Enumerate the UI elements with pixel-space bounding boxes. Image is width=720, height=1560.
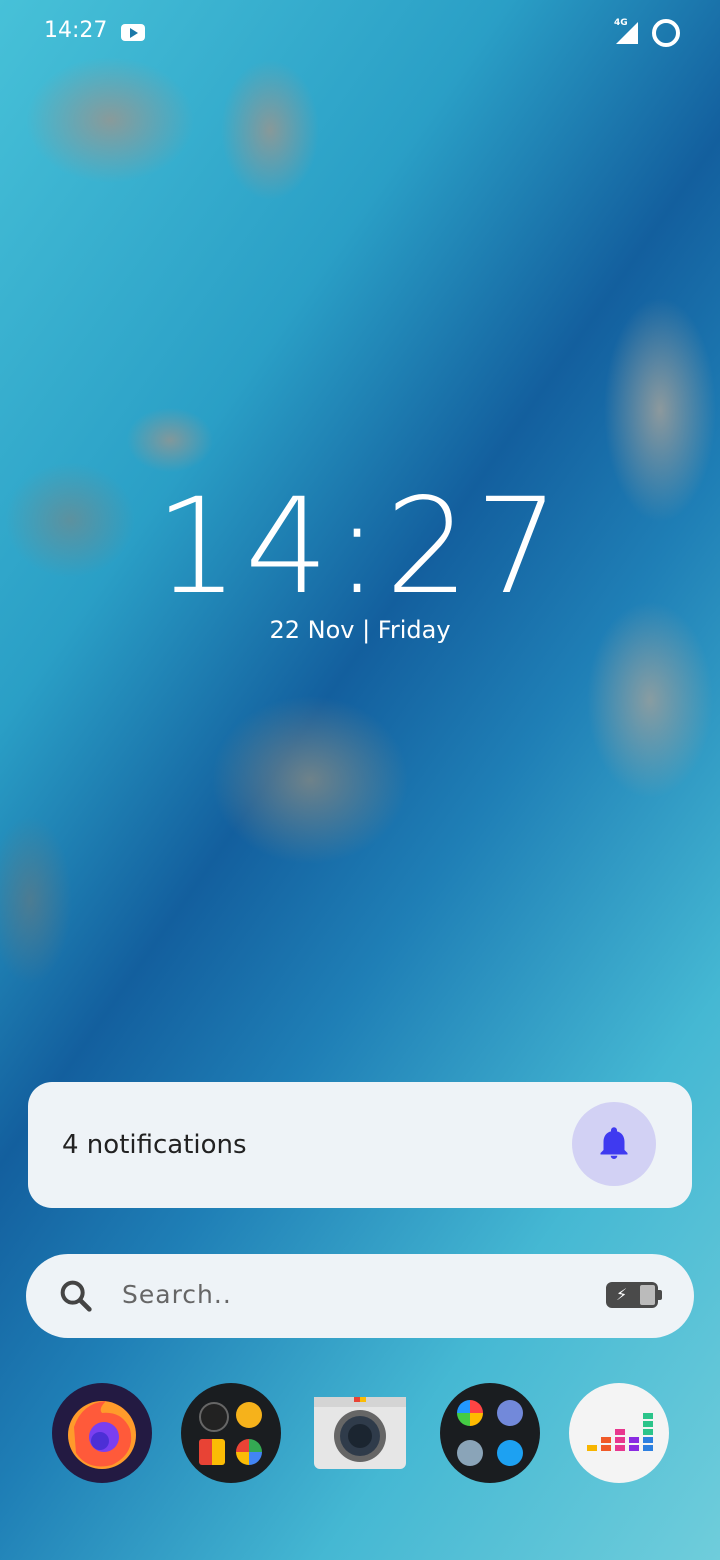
camera-icon [314, 1397, 406, 1469]
photos-icon [199, 1439, 225, 1465]
maps-pin-icon [236, 1402, 262, 1428]
status-bar: 14:27 4G [0, 0, 720, 64]
lock-date[interactable]: 22 Nov | Friday [0, 616, 720, 644]
lock-clock[interactable]: 14:27 [0, 470, 720, 624]
social-apps-folder[interactable] [440, 1383, 540, 1483]
signal-icon [616, 22, 638, 44]
google-maps-icon [236, 1439, 262, 1465]
bell-icon [600, 1127, 628, 1159]
search-bar[interactable]: Search.. ⚡ [26, 1254, 694, 1338]
search-placeholder[interactable]: Search.. [122, 1280, 232, 1309]
youtube-notification-icon [121, 24, 145, 41]
firefox-icon [68, 1401, 136, 1469]
app-dock [0, 1383, 720, 1483]
camera-app[interactable] [310, 1383, 410, 1483]
twitter-icon [497, 1440, 523, 1466]
telegram-icon [457, 1440, 483, 1466]
notifications-button[interactable] [572, 1102, 656, 1186]
discord-icon [497, 1400, 523, 1426]
notifications-card[interactable]: 4 notifications [28, 1082, 692, 1208]
deezer-app[interactable] [569, 1383, 669, 1483]
play-store-icon [199, 1402, 229, 1432]
status-time: 14:27 [44, 18, 108, 43]
battery-saver-icon[interactable]: ⚡ [606, 1282, 662, 1308]
ring-app-icon [457, 1400, 483, 1426]
firefox-app[interactable] [52, 1383, 152, 1483]
notifications-count: 4 notifications [62, 1130, 247, 1160]
deezer-icon [587, 1413, 653, 1451]
battery-icon [652, 19, 680, 47]
search-icon [60, 1280, 92, 1312]
google-apps-folder[interactable] [181, 1383, 281, 1483]
